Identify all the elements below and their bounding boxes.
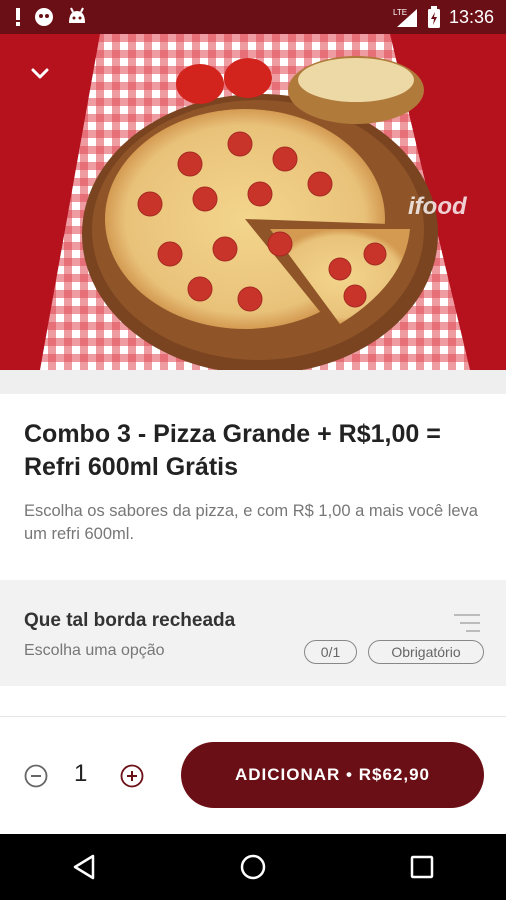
product-title: Combo 3 - Pizza Grande + R$1,00 = Refri … [24, 420, 441, 481]
status-bar: LTE 13:36 [0, 0, 506, 34]
minus-circle-icon[interactable] [24, 764, 48, 788]
battery-icon [427, 6, 440, 28]
back-triangle-icon [74, 854, 95, 880]
plus-circle-icon[interactable] [120, 764, 144, 788]
option-group-title: Que tal borda recheada [24, 610, 236, 631]
home-circle-icon [240, 854, 266, 880]
system-navigation-bar [0, 834, 506, 900]
required-badge: Obrigatório [368, 640, 484, 664]
signal-icon: LTE [393, 8, 417, 27]
divider [0, 716, 506, 717]
selection-count-badge: 0/1 [304, 640, 357, 664]
product-image: ifood [0, 34, 506, 370]
product-description: Escolha os sabores da pizza, e com R$ 1,… [24, 502, 478, 543]
list-icon [454, 614, 480, 632]
divider [0, 370, 506, 394]
recents-square-icon [410, 855, 433, 879]
nav-home-button[interactable] [233, 847, 273, 887]
option-group-subtitle: Escolha uma opção [24, 642, 165, 659]
android-icon [69, 7, 85, 23]
add-to-cart-button[interactable]: ADICIONAR • R$62,90 [181, 742, 484, 808]
quantity-value: 1 [74, 760, 88, 787]
svg-text:LTE: LTE [393, 8, 407, 17]
clock: 13:36 [448, 6, 494, 27]
watermark-logo: ifood [408, 193, 468, 220]
product-info: Combo 3 - Pizza Grande + R$1,00 = Refri … [0, 394, 506, 580]
nav-recents-button[interactable] [402, 847, 442, 887]
chevron-down-icon[interactable] [26, 60, 54, 88]
option-group-header: Que tal borda recheada Escolha uma opção [0, 580, 506, 686]
nav-back-button[interactable] [64, 847, 104, 887]
ghost-icon [35, 8, 53, 26]
alert-icon [16, 8, 20, 26]
